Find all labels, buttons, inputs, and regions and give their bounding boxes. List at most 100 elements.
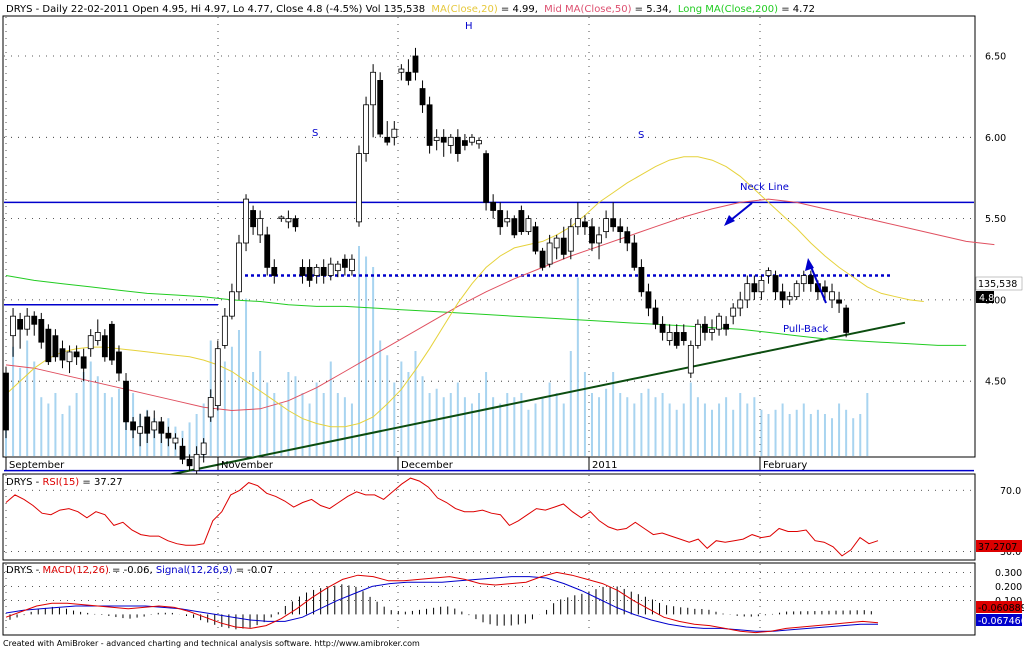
ma20-label: MA(Close,20) — [431, 4, 498, 15]
candle-body — [447, 136, 454, 146]
candle-body — [377, 80, 384, 135]
candle-body — [779, 291, 786, 301]
candle-body — [221, 315, 228, 346]
candle-body — [687, 345, 694, 374]
price-badge-text: 4.8 — [979, 293, 994, 304]
signal-value: = -0.07 — [236, 565, 273, 576]
candle-body — [426, 104, 433, 146]
candle-body — [786, 296, 793, 301]
price-tick-label: 6.50 — [985, 52, 1006, 63]
candle-body — [490, 201, 497, 211]
macd-label: MACD(12,26) — [42, 565, 109, 576]
candle-body — [116, 351, 122, 374]
candle-body — [631, 242, 638, 268]
candle-body — [165, 432, 172, 439]
candle-body — [483, 153, 489, 203]
candle-body — [589, 226, 595, 244]
macd-prefix: DRYS - — [6, 565, 42, 576]
x-axis-label: November — [221, 460, 274, 471]
footer-credit: Created with AmiBroker - advanced charti… — [3, 639, 420, 648]
candle-body — [567, 226, 574, 252]
candle-body — [610, 218, 617, 228]
candle-body — [257, 218, 264, 236]
candle-body — [207, 397, 214, 418]
candle-body — [476, 140, 482, 145]
price-header-main: DRYS - Daily 22-02-2011 Open 4.95, Hi 4.… — [6, 4, 425, 15]
candle-body — [349, 258, 355, 272]
candle-body — [405, 71, 412, 81]
candle-body — [341, 258, 348, 268]
candle-body — [327, 263, 334, 276]
candle-body — [659, 323, 666, 333]
candle-body — [264, 234, 271, 268]
candle-body — [560, 237, 567, 255]
rsi-header: DRYS - RSI(15) = 37.27 — [6, 477, 123, 488]
candle-body — [94, 332, 101, 341]
candle-body — [469, 136, 475, 143]
candle-body — [52, 335, 59, 358]
candle-body — [497, 210, 504, 228]
candle-body — [419, 88, 426, 106]
candle-body — [59, 348, 66, 361]
candle-body — [737, 299, 744, 309]
candle-body — [518, 210, 525, 233]
candle-body — [546, 242, 553, 265]
candle-body — [66, 351, 73, 363]
rsi-badge-text: 37.2707 — [978, 542, 1017, 553]
candle-body — [412, 55, 419, 73]
candle-body — [433, 136, 440, 141]
candle-body — [652, 307, 659, 325]
candle-body — [101, 335, 108, 358]
candle-body — [320, 266, 327, 276]
candle-body — [822, 286, 828, 293]
rsi-panel: 30.070.0 DRYS - RSI(15) = 37.27 37.2707 — [2, 473, 1022, 561]
head-label: H — [465, 21, 473, 32]
candle-body — [271, 266, 278, 276]
price-header: DRYS - Daily 22-02-2011 Open 4.95, Hi 4.… — [6, 4, 815, 15]
candle-body — [109, 323, 115, 361]
candle-body — [716, 315, 722, 330]
candle-body — [807, 275, 814, 285]
candle-body — [730, 307, 737, 317]
left-shoulder-label: S — [312, 128, 318, 139]
price-x-axis: September November December 2011 February — [5, 457, 807, 471]
candle-body — [680, 332, 687, 341]
candle-body — [511, 218, 518, 236]
candle-body — [137, 426, 144, 434]
candle-body — [843, 307, 850, 333]
candle-body — [172, 437, 179, 444]
candle-body — [553, 237, 560, 249]
candle-body — [186, 458, 193, 467]
candle-body — [363, 104, 369, 154]
signal-label: Signal(12,26,9) — [156, 565, 233, 576]
candle-body — [758, 279, 765, 293]
neck-line-label: Neck Line — [740, 182, 789, 193]
rsi-label: RSI(15) — [42, 477, 79, 488]
candle-body — [772, 275, 779, 293]
candle-body — [31, 315, 38, 325]
rsi-value: = 37.27 — [82, 477, 122, 488]
macd-tick-label: 0.200 — [995, 582, 1022, 593]
candle-body — [313, 266, 320, 276]
candle-body — [130, 421, 136, 431]
candle-body — [384, 136, 391, 143]
candle-body — [836, 299, 842, 304]
right-shoulder-label: S — [638, 130, 644, 141]
candle-body — [694, 323, 701, 346]
candle-body — [236, 242, 242, 293]
candle-body — [87, 335, 94, 350]
candle-body — [624, 231, 631, 244]
candle-body — [765, 270, 772, 276]
ma50-label: Mid MA(Close,50) — [544, 4, 631, 15]
candle-body — [243, 198, 249, 244]
candle-body — [299, 266, 306, 276]
candle-body — [356, 153, 362, 223]
candle-body — [158, 421, 165, 434]
candle-body — [229, 291, 235, 317]
candle-body — [829, 291, 835, 301]
macd-tick-label: 0.300 — [995, 568, 1022, 579]
macd-value: = -0.06, — [112, 565, 156, 576]
candle-body — [214, 348, 221, 406]
candle-body — [800, 275, 807, 285]
candle-body — [292, 218, 299, 228]
